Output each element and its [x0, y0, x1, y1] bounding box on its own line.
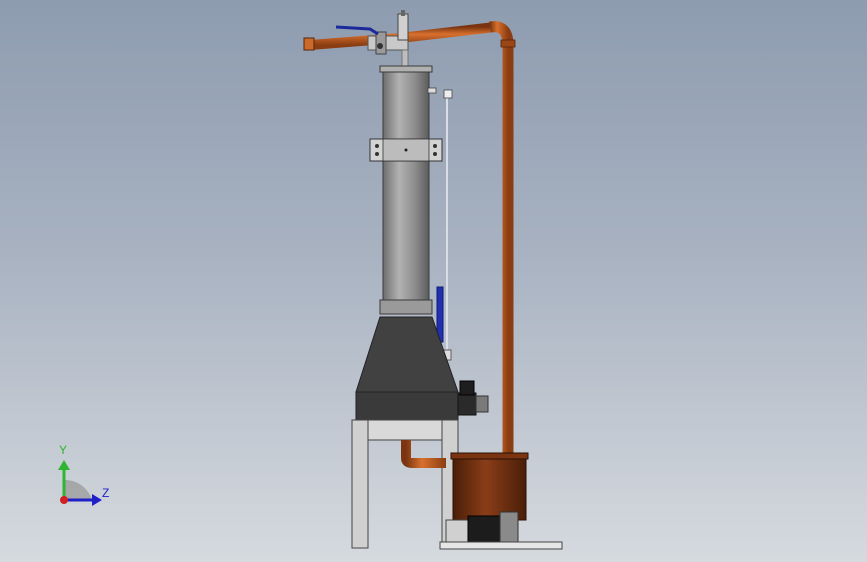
column-clamp-bracket [369, 138, 443, 162]
vertical-return-pipe[interactable] [489, 21, 516, 510]
triad-arc-icon [64, 479, 92, 500]
triad-x-axis-icon [60, 496, 68, 504]
drain-elbow-pipe[interactable] [401, 440, 446, 468]
orientation-triad [58, 460, 102, 506]
reactor-column[interactable] [379, 65, 433, 315]
graphics-viewport[interactable]: Y Z [0, 0, 867, 562]
support-frame [351, 419, 459, 549]
triad-z-label: Z [102, 486, 110, 500]
hopper-motor[interactable] [457, 380, 489, 416]
top-connector-stub [401, 49, 409, 69]
collection-tank[interactable] [450, 452, 529, 521]
valve-handle[interactable] [335, 25, 379, 36]
pump-base-plate [439, 541, 563, 550]
model-view[interactable] [0, 0, 867, 562]
triad-y-label: Y [59, 443, 68, 457]
